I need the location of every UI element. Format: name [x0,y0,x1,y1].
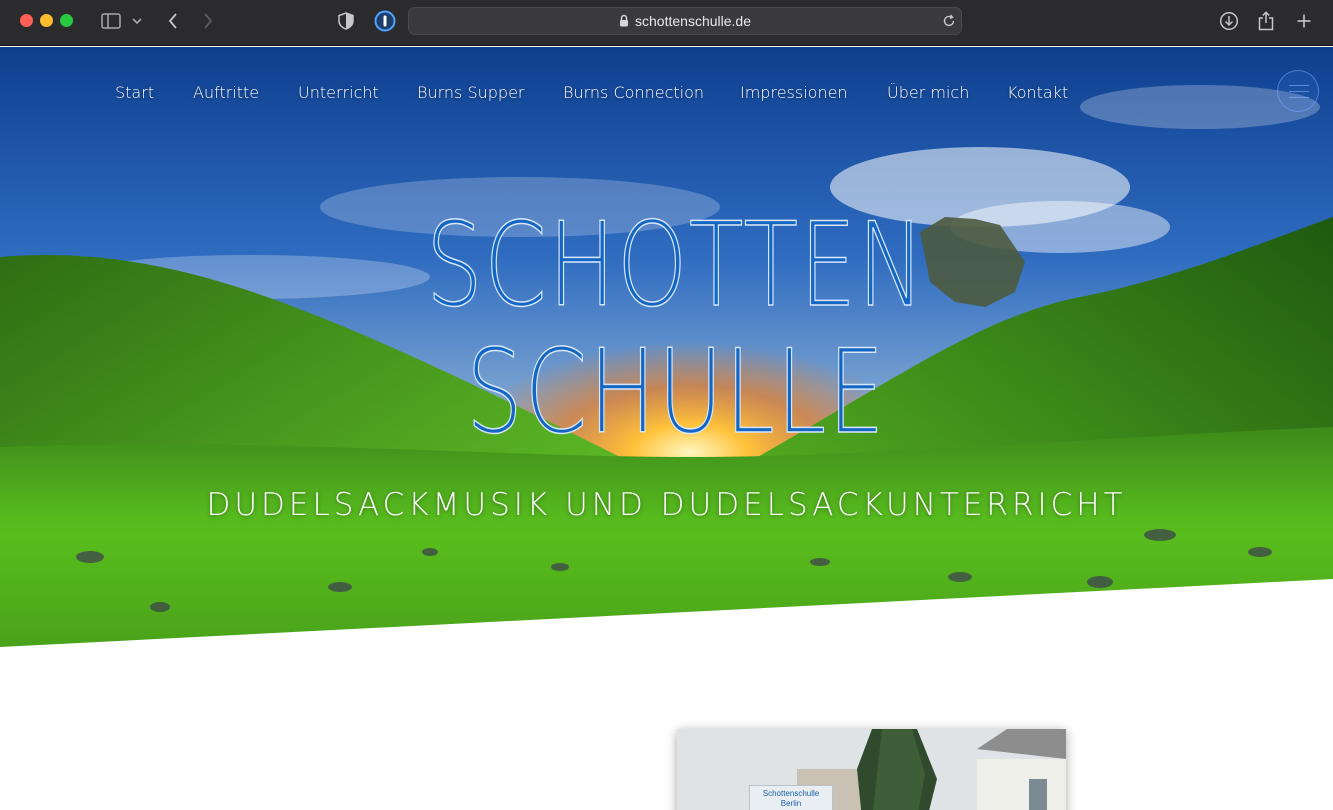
close-window-button[interactable] [20,14,33,27]
main-navigation: Start Auftritte Unterricht Burns Supper … [0,83,1333,109]
nav-item-start[interactable]: Start [115,83,154,102]
shield-icon[interactable] [336,9,356,33]
nav-item-burns-supper[interactable]: Burns Supper [417,83,525,102]
web-page: Start Auftritte Unterricht Burns Supper … [0,47,1333,810]
minimize-window-button[interactable] [40,14,53,27]
url-text: schottenschulle.de [635,13,751,29]
nav-item-auftritte[interactable]: Auftritte [193,83,259,102]
chevron-down-icon[interactable] [130,9,144,33]
nav-item-ueber-mich[interactable]: Über mich [887,83,969,102]
sidebar-icon[interactable] [100,9,122,33]
nav-item-impressionen[interactable]: Impressionen [740,83,848,102]
lock-icon [619,12,629,31]
back-icon[interactable] [164,9,182,33]
reload-icon[interactable] [941,9,957,33]
sign-line-2: Berlin [780,799,802,808]
logo-line-1: SCHOTTEN [426,198,926,333]
logo-line-2: SCHULLE [466,325,886,447]
menu-toggle-button[interactable] [1277,70,1319,112]
zoom-window-button[interactable] [60,14,73,27]
hero-tagline: DUDELSACKMUSIK UND DUDELSACKUNTERRICHT [206,487,1127,523]
school-photo: Schottenschulle Berlin [677,729,1066,810]
school-building-image [677,729,1066,810]
download-icon[interactable] [1218,9,1240,33]
forward-icon[interactable] [199,9,217,33]
hero-section: Start Auftritte Unterricht Burns Supper … [0,47,1333,647]
nav-item-burns-connection[interactable]: Burns Connection [563,83,704,102]
schottenschulle-logo: SCHOTTEN SCHULLE [425,197,926,447]
new-tab-icon[interactable] [1295,9,1313,33]
nav-item-kontakt[interactable]: Kontakt [1007,83,1068,102]
nav-item-unterricht[interactable]: Unterricht [298,83,379,102]
password-manager-icon[interactable] [373,9,397,33]
browser-toolbar: schottenschulle.de [0,0,1333,46]
address-bar[interactable]: schottenschulle.de [408,7,962,35]
school-sign: Schottenschulle Berlin [749,785,833,810]
share-icon[interactable] [1256,9,1276,33]
sign-line-1: Schottenschulle [762,789,820,798]
